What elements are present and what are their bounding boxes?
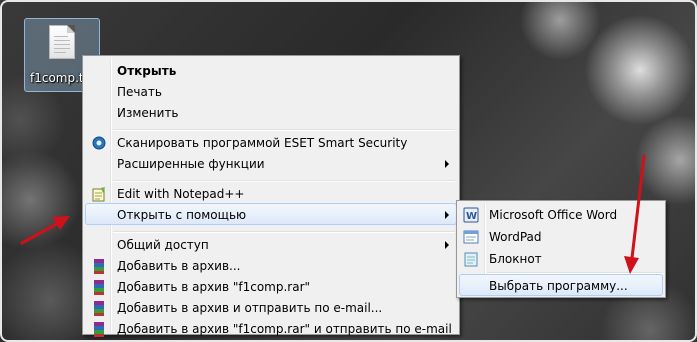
red-arrow-right xyxy=(624,154,646,274)
annotation-arrows xyxy=(20,154,646,274)
red-arrow-left xyxy=(20,216,70,245)
